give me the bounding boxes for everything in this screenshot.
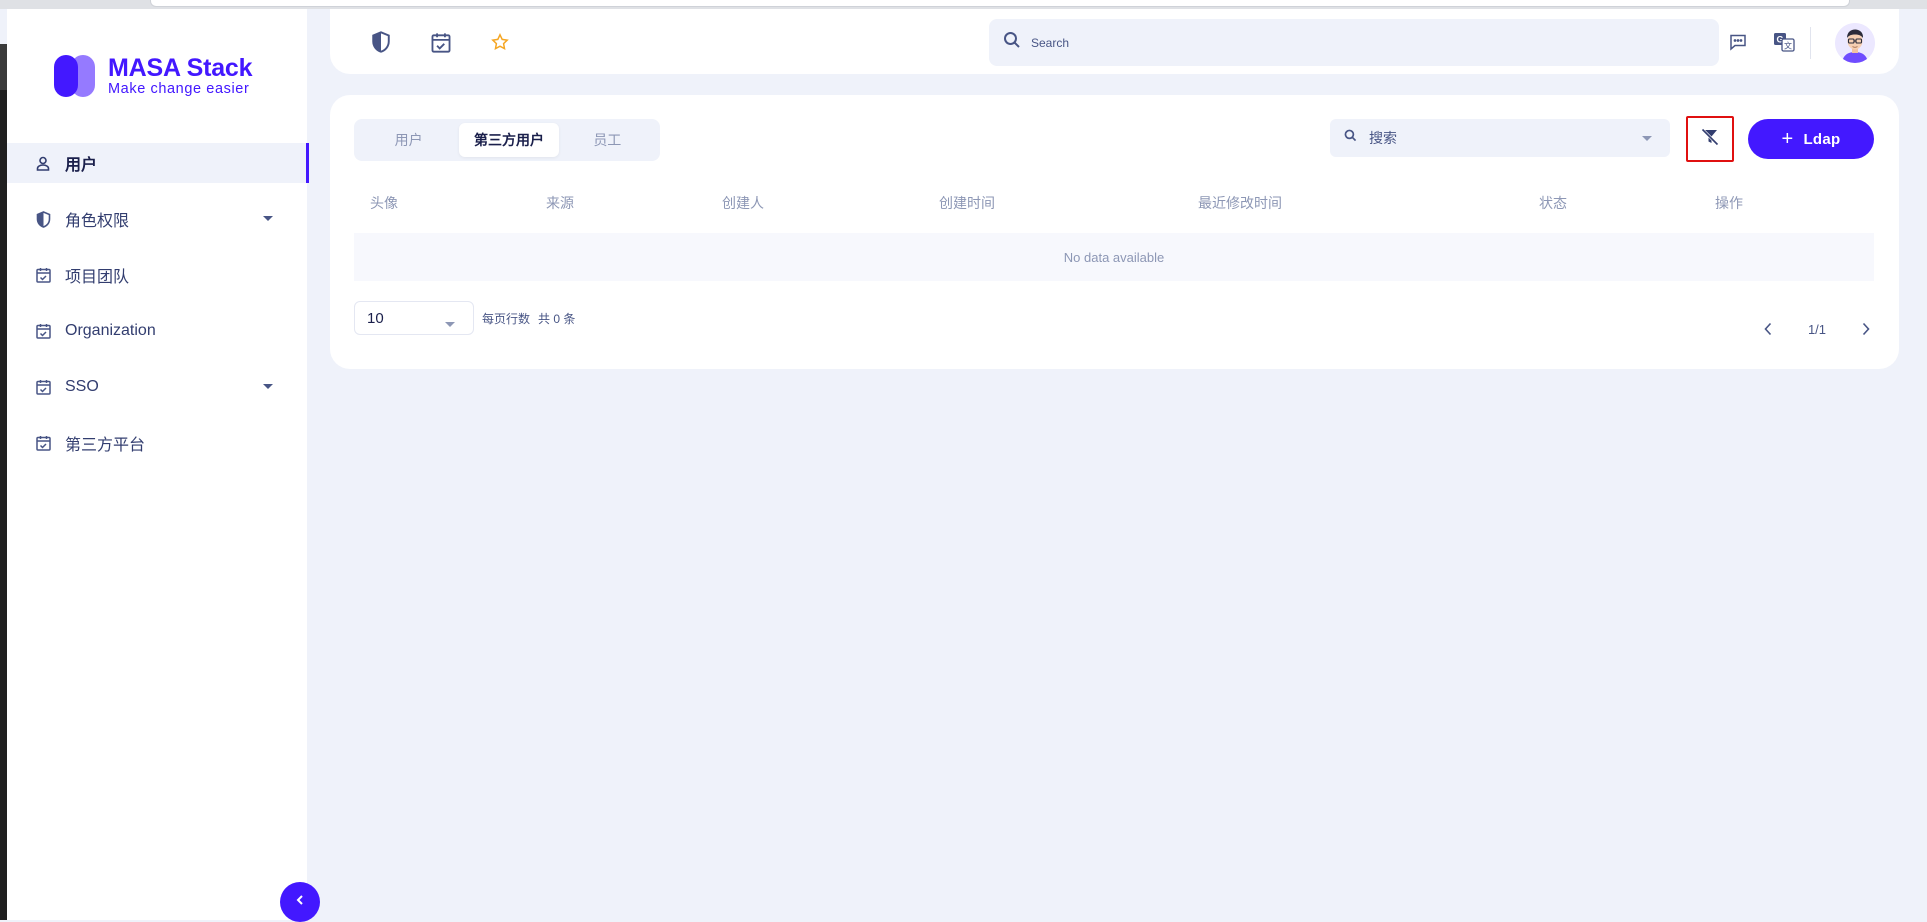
logo-icon [54,55,100,97]
per-page-label: 每页行数 [482,311,531,326]
calendar-check-icon [35,323,51,339]
column-header-modified-time[interactable]: 最近修改时间 [1198,193,1282,213]
page-size-select[interactable]: 10 [354,301,474,335]
content-card: 用户 第三方用户 员工 + Ldap 头像 来源 创建人 创建时间 最近修改时间… [330,95,1899,369]
calendar-check-icon[interactable] [430,31,452,53]
user-type-tabs: 用户 第三方用户 员工 [354,119,660,161]
column-header-status[interactable]: 状态 [1539,193,1567,213]
total-count: 共 0 条 [538,311,576,326]
shield-icon [35,210,51,228]
table-empty-row: No data available [354,233,1874,281]
sidebar-item-label: Organization [65,322,156,339]
add-ldap-button[interactable]: + Ldap [1748,119,1874,159]
shield-icon[interactable] [370,31,392,53]
sidebar-item-users[interactable]: 用户 [7,143,309,183]
column-header-source[interactable]: 来源 [546,193,574,213]
svg-text:文: 文 [1784,41,1792,51]
sidebar-item-sso[interactable]: SSO [7,367,307,407]
global-search-input[interactable] [1031,35,1631,50]
search-icon [1003,31,1021,54]
source-search-input[interactable] [1369,130,1629,146]
column-header-avatar[interactable]: 头像 [370,193,398,213]
filter-off-icon [1700,127,1720,152]
sidebar-item-label: SSO [65,378,99,395]
sidebar-item-project-teams[interactable]: 项目团队 [7,255,307,295]
source-search-select[interactable] [1330,119,1670,157]
tab-staff[interactable]: 员工 [559,123,656,157]
sidebar-item-roles[interactable]: 角色权限 [7,199,307,239]
window-left-edge [0,44,7,920]
add-ldap-label: Ldap [1803,130,1841,148]
page-size-value: 10 [367,309,384,327]
window-left-notch [0,44,7,90]
column-header-creator[interactable]: 创建人 [722,193,764,213]
clear-filter-button[interactable] [1686,116,1734,162]
page-indicator: 1/1 [1807,321,1827,337]
translate-icon[interactable]: G文 [1773,31,1795,53]
previous-page-button[interactable] [1760,321,1776,337]
brand-logo[interactable]: MASA Stack Make change easier [54,54,253,97]
pagination-nav: 1/1 [1760,319,1874,339]
sidebar-item-label: 用户 [65,157,98,174]
header-divider [1810,27,1811,59]
sidebar-item-organization[interactable]: Organization [7,311,307,351]
column-header-created-time[interactable]: 创建时间 [939,193,995,213]
global-search-field[interactable] [989,19,1719,66]
table-header: 头像 来源 创建人 创建时间 最近修改时间 状态 操作 [354,193,1874,215]
plus-icon: + [1781,128,1794,150]
sidebar-item-label: 项目团队 [65,269,130,286]
sidebar-nav: 用户 角色权限 项目团队 Organization SSO 第三方平台 [7,143,309,479]
browser-address-bar [150,0,1850,7]
column-header-actions[interactable]: 操作 [1715,193,1743,213]
chevron-down-icon[interactable] [445,322,455,327]
brand-subtitle: Make change easier [108,81,250,97]
calendar-check-icon [35,379,51,395]
message-icon[interactable] [1727,31,1749,53]
tab-users[interactable]: 用户 [358,123,459,157]
sidebar-item-label: 角色权限 [65,213,130,230]
user-icon [35,155,51,171]
search-icon [1344,129,1357,147]
pagination-size: 10 每页行数 共 0 条 [354,301,575,335]
chevron-down-icon[interactable] [1642,136,1652,141]
chevron-left-icon [294,893,306,911]
browser-top-strip [0,0,1927,9]
sidebar-collapse-button[interactable] [280,882,320,922]
top-header: G文 [330,9,1899,74]
sidebar: MASA Stack Make change easier 用户 角色权限 项目… [7,9,309,920]
chevron-down-icon[interactable] [263,384,273,389]
calendar-check-icon [35,267,51,283]
next-page-button[interactable] [1858,321,1874,337]
tab-third-party-users[interactable]: 第三方用户 [459,123,559,157]
brand-title: MASA Stack [108,54,253,82]
chevron-down-icon[interactable] [263,216,273,221]
sidebar-item-third-party-platform[interactable]: 第三方平台 [7,423,307,463]
star-icon[interactable] [489,31,511,53]
sidebar-item-label: 第三方平台 [65,437,146,454]
avatar[interactable] [1835,23,1875,63]
calendar-check-icon [35,435,51,451]
